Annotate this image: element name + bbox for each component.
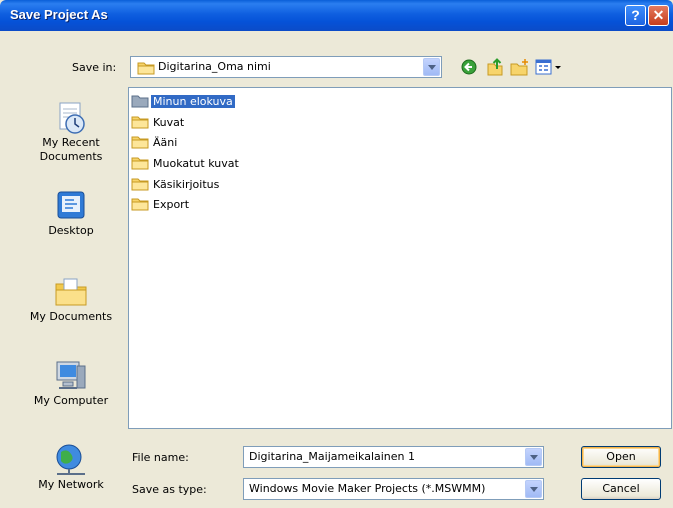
file-name: Ääni [153,136,178,149]
places-bar: My Recent Documents Desktop My Documents… [24,84,118,500]
folder-icon [131,157,149,170]
my-computer-icon [56,361,86,389]
save-as-type-label: Save as type: [132,483,207,496]
file-name-field[interactable]: Digitarina_Maijameikalainen 1 [243,446,544,468]
chevron-down-icon[interactable] [423,58,440,76]
folder-icon [131,178,149,191]
place-desktop[interactable]: Desktop [24,188,118,238]
place-label: Desktop [48,224,94,237]
file-name-label: File name: [132,451,189,464]
open-button[interactable]: Open [581,446,661,468]
file-name: Käsikirjoitus [153,178,220,191]
place-label: My Network [38,478,104,491]
views-menu-icon[interactable] [534,58,564,76]
back-icon[interactable] [460,58,480,76]
window-title: Save Project As [10,7,108,22]
file-name: Kuvat [153,116,185,129]
save-in-label: Save in: [72,61,117,74]
save-as-type-dropdown[interactable]: Windows Movie Maker Projects (*.MSWMM) [243,478,544,500]
folder-icon [131,116,149,129]
recent-documents-icon [59,102,85,134]
file-name-value: Digitarina_Maijameikalainen 1 [249,450,416,463]
folder-icon [131,136,149,149]
save-in-dropdown[interactable]: Digitarina_Oma nimi [130,56,442,78]
new-folder-icon[interactable] [510,58,530,76]
title-bar[interactable]: Save Project As ? ✕ [0,0,673,31]
place-label: My Documents [29,310,113,323]
desktop-icon [57,191,85,219]
chevron-down-icon[interactable] [525,448,542,466]
folder-icon [137,62,155,75]
cancel-button[interactable]: Cancel [581,478,661,500]
place-my-documents[interactable]: My Documents [24,274,118,324]
my-network-icon [56,444,85,475]
help-button[interactable]: ? [625,5,646,26]
place-recent-documents[interactable]: My Recent Documents [24,100,118,164]
file-name: Export [153,198,190,211]
place-label: My Computer [33,394,109,407]
up-folder-icon[interactable] [486,58,506,76]
file-list[interactable]: Minun elokuva Kuvat Ääni Muokatut kuvat … [128,87,672,429]
file-name: Minun elokuva [151,95,235,108]
place-my-computer[interactable]: My Computer [24,358,118,408]
chevron-down-icon[interactable] [525,480,542,498]
file-name: Muokatut kuvat [153,157,239,170]
place-my-network[interactable]: My Network [24,442,118,492]
save-in-value: Digitarina_Oma nimi [158,60,271,73]
close-button[interactable]: ✕ [648,5,669,26]
folder-icon [131,95,149,108]
folder-icon [131,198,149,211]
save-as-type-value: Windows Movie Maker Projects (*.MSWMM) [249,482,486,495]
place-label: My Recent Documents [39,136,103,163]
my-documents-icon [55,278,87,306]
